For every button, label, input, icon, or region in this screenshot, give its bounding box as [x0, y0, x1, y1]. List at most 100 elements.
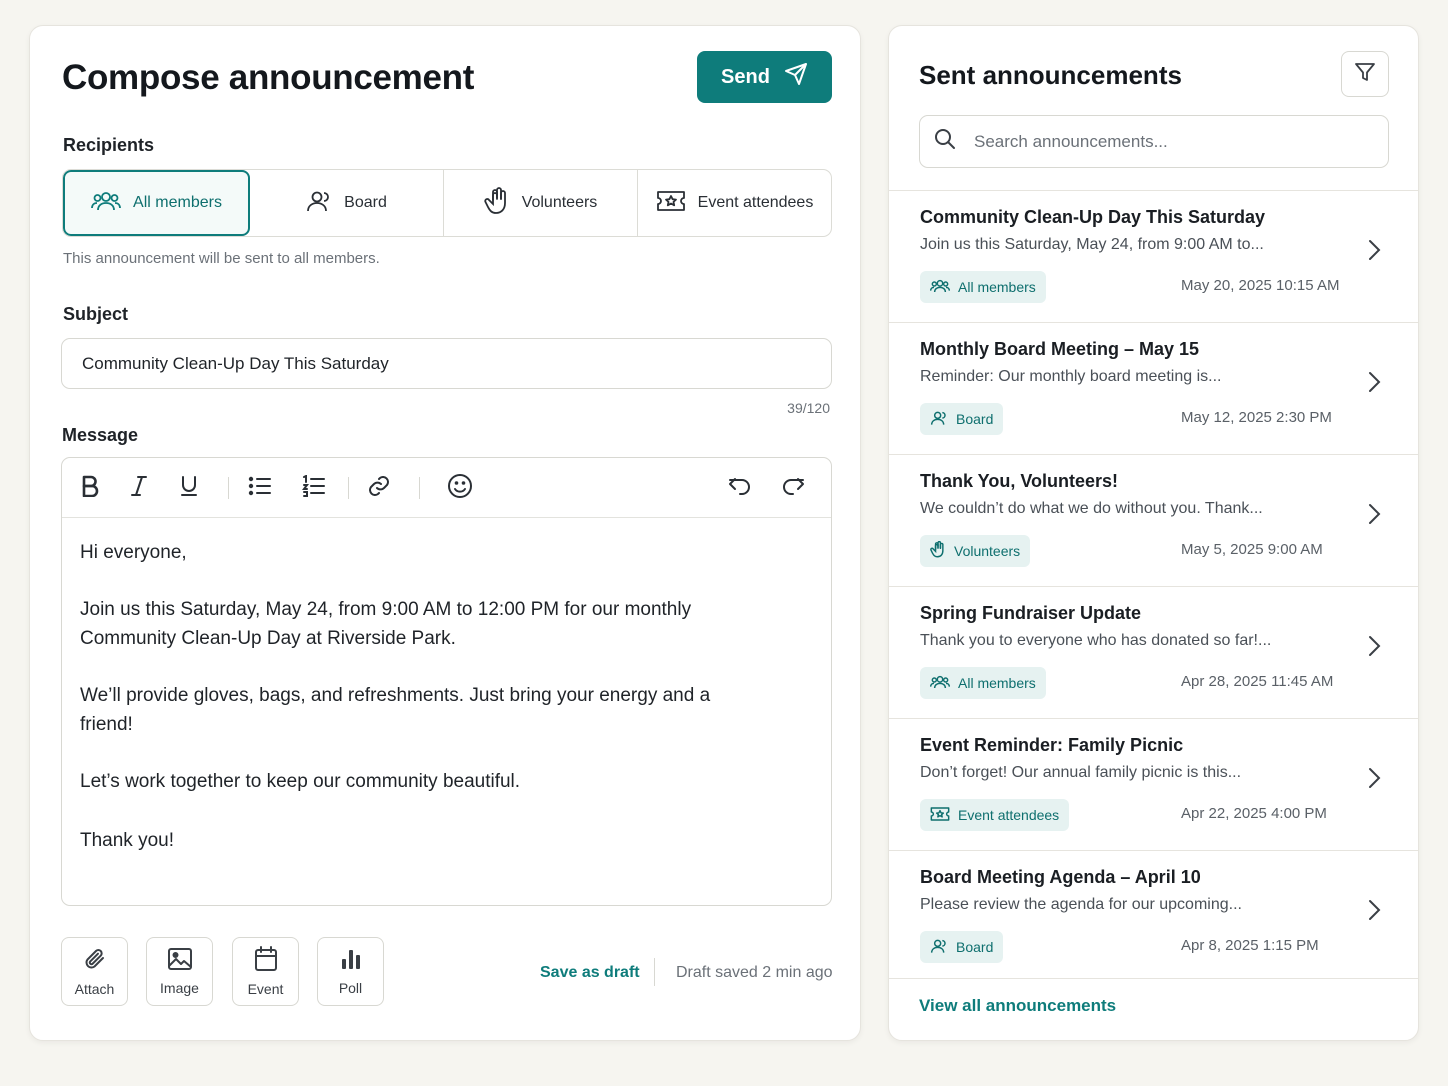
announcement-title: Spring Fundraiser Update — [920, 603, 1142, 623]
announcement-date: May 5, 2025 9:00 AM — [1181, 541, 1323, 558]
announcement-title: Community Clean-Up Day This Saturday — [920, 207, 1266, 227]
announcement-preview: Please review the agenda for our upcomin… — [920, 896, 1242, 913]
recipient-option-volunteers[interactable]: Volunteers — [444, 170, 638, 236]
tag-label: Board — [956, 939, 994, 955]
send-label: Send — [721, 65, 770, 88]
undo-button[interactable] — [726, 474, 754, 502]
search-icon — [934, 128, 956, 155]
send-icon — [784, 62, 808, 92]
image-label: Image — [160, 980, 199, 996]
recipient-label: Volunteers — [521, 194, 598, 211]
message-editor: Hi everyone, Join us this Saturday, May … — [61, 457, 832, 906]
announcement-date: May 12, 2025 2:30 PM — [1181, 409, 1332, 426]
undo-icon — [728, 475, 752, 502]
toolbar-divider — [348, 477, 349, 499]
recipient-label: All members — [133, 194, 222, 211]
chevron-right-icon — [1367, 371, 1381, 398]
message-paragraph: Hi everyone, — [80, 542, 187, 563]
audience-tag: All members — [920, 667, 1046, 699]
announcement-title: Monthly Board Meeting – May 15 — [920, 339, 1200, 359]
announcement-date: Apr 8, 2025 1:15 PM — [1181, 937, 1319, 954]
link-button[interactable] — [365, 474, 393, 502]
subject-input[interactable] — [61, 338, 832, 389]
numbered-list-button[interactable] — [300, 473, 328, 502]
search-box — [919, 115, 1389, 168]
list-divider — [889, 978, 1418, 979]
announcement-date: Apr 28, 2025 11:45 AM — [1181, 673, 1334, 690]
user-icon — [306, 189, 332, 218]
image-icon — [167, 947, 193, 974]
audience-tag: All members — [920, 271, 1046, 303]
message-paragraph: Join us this Saturday, May 24, from 9:00… — [80, 599, 692, 649]
announcement-preview: Don’t forget! Our annual family picnic i… — [920, 764, 1242, 781]
underline-button[interactable] — [175, 474, 203, 502]
announcement-preview: Reminder: Our monthly board meeting is..… — [920, 368, 1222, 385]
compose-title: Compose announcement — [62, 58, 475, 97]
chevron-right-icon — [1367, 635, 1381, 662]
user-icon — [930, 938, 948, 957]
message-body[interactable]: Hi everyone, Join us this Saturday, May … — [62, 518, 831, 903]
announcement-list: Community Clean-Up Day This Saturday Joi… — [889, 190, 1418, 982]
toolbar-divider — [228, 477, 229, 499]
search-input[interactable] — [974, 131, 1374, 152]
announcement-item[interactable]: Spring Fundraiser Update Thank you to ev… — [889, 586, 1418, 718]
send-button[interactable]: Send — [697, 51, 832, 103]
italic-button[interactable] — [125, 474, 153, 502]
announcement-item[interactable]: Monthly Board Meeting – May 15 Reminder:… — [889, 322, 1418, 454]
recipient-option-event-attendees[interactable]: Event attendees — [638, 170, 831, 236]
announcement-item[interactable]: Thank You, Volunteers! We couldn’t do wh… — [889, 454, 1418, 586]
bold-icon — [80, 475, 100, 502]
bar-chart-icon — [340, 947, 362, 974]
redo-button[interactable] — [779, 474, 807, 502]
poll-button[interactable]: Poll — [317, 937, 384, 1006]
bullet-list-icon — [248, 475, 272, 502]
image-button[interactable]: Image — [146, 937, 213, 1006]
bullet-list-button[interactable] — [246, 474, 274, 502]
recipient-label: Event attendees — [697, 194, 814, 211]
announcement-item[interactable]: Event Reminder: Family Picnic Don’t forg… — [889, 718, 1418, 850]
save-draft-button[interactable]: Save as draft — [540, 964, 640, 982]
draft-divider — [654, 958, 655, 986]
announcement-item[interactable]: Board Meeting Agenda – April 10 Please r… — [889, 850, 1418, 982]
smiley-icon — [447, 473, 473, 504]
subject-label: Subject — [63, 304, 129, 324]
announcement-title: Thank You, Volunteers! — [920, 471, 1119, 491]
italic-icon — [129, 475, 149, 502]
audience-tag: Board — [920, 931, 1004, 963]
chevron-right-icon — [1367, 899, 1381, 926]
hand-icon — [930, 540, 946, 561]
announcement-item[interactable]: Community Clean-Up Day This Saturday Joi… — [889, 190, 1418, 322]
calendar-icon — [254, 946, 278, 975]
compose-panel: Compose announcement Send Recipients All… — [29, 25, 861, 1041]
filter-button[interactable] — [1341, 51, 1389, 97]
attach-button[interactable]: Attach — [61, 937, 128, 1006]
announcement-preview: Join us this Saturday, May 24, from 9:00… — [920, 236, 1264, 253]
recipient-option-all-members[interactable]: All members — [63, 170, 250, 236]
message-label: Message — [62, 425, 139, 445]
emoji-button[interactable] — [446, 473, 474, 504]
paperclip-icon — [83, 946, 107, 975]
audience-tag: Volunteers — [920, 535, 1031, 567]
sent-title: Sent announcements — [919, 60, 1182, 90]
announcement-preview: Thank you to everyone who has donated so… — [920, 632, 1272, 649]
tag-label: Board — [956, 411, 994, 427]
recipient-hint: This announcement will be sent to all me… — [63, 250, 380, 267]
recipient-selector: All members Board Volunteers Event atten… — [62, 169, 832, 237]
poll-label: Poll — [338, 980, 363, 996]
users-icon — [929, 278, 951, 297]
hand-icon — [484, 186, 510, 220]
recipients-label: Recipients — [63, 135, 155, 155]
draft-status: Draft saved 2 min ago — [676, 964, 833, 981]
recipient-option-board[interactable]: Board — [250, 170, 444, 236]
event-button[interactable]: Event — [232, 937, 299, 1006]
announcement-date: May 20, 2025 10:15 AM — [1181, 277, 1340, 294]
announcement-date: Apr 22, 2025 4:00 PM — [1181, 805, 1327, 822]
announcement-title: Event Reminder: Family Picnic — [920, 735, 1184, 755]
link-icon — [367, 474, 391, 503]
audience-tag: Board — [920, 403, 1004, 435]
view-all-link[interactable]: View all announcements — [919, 996, 1116, 1016]
users-icon — [929, 674, 951, 693]
event-label: Event — [247, 981, 284, 997]
tag-label: All members — [958, 279, 1036, 295]
bold-button[interactable] — [76, 474, 104, 502]
